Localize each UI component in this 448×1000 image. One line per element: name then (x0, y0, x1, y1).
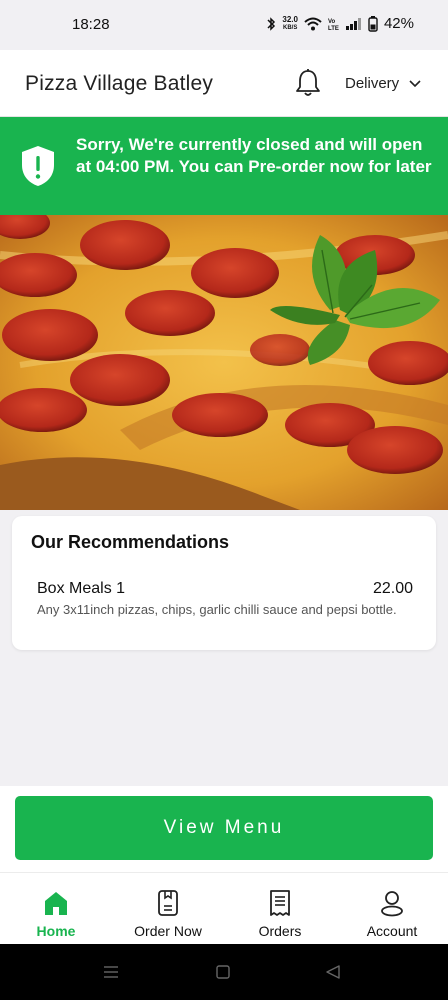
receipt-icon (270, 890, 290, 916)
user-icon (381, 891, 403, 917)
recommendations-title: Our Recommendations (31, 532, 230, 552)
nav-item-home[interactable]: Home (0, 873, 112, 944)
back-triangle-icon[interactable] (325, 964, 341, 980)
recommendation-item[interactable]: Box Meals 1 22.00 Any 3x11inch pizzas, c… (37, 580, 413, 618)
network-speed: 32.0 KB/S (282, 14, 298, 32)
closed-message: Sorry, We're currently closed and will o… (76, 135, 432, 176)
nav-item-account[interactable]: Account (336, 873, 448, 944)
item-description: Any 3x11inch pizzas, chips, garlic chill… (37, 602, 397, 617)
nav-label-account: Account (366, 923, 418, 939)
item-name: Box Meals 1 (37, 580, 126, 597)
home-icon (45, 892, 67, 915)
shield-alert-icon (22, 146, 54, 186)
battery-percent: 42% (383, 15, 414, 32)
nav-item-orders[interactable]: Orders (224, 873, 336, 944)
nav-item-order-now[interactable]: Order Now (112, 873, 224, 944)
order-now-icon (158, 890, 178, 916)
recents-menu-icon[interactable] (103, 964, 119, 980)
nav-label-home: Home (36, 923, 76, 939)
view-menu-button[interactable]: View Menu (15, 796, 433, 860)
bluetooth-icon (267, 16, 276, 31)
chevron-down-icon (409, 79, 421, 87)
net-speed-value: 32.0 (282, 14, 298, 24)
wifi-icon (304, 17, 322, 30)
status-icons: 32.0 KB/S Vo LTE 42% (266, 15, 414, 32)
net-speed-unit: KB/S (283, 24, 298, 31)
pizza-illustration (0, 215, 448, 510)
cta-area: View Menu (0, 786, 448, 872)
closed-banner: Sorry, We're currently closed and will o… (0, 117, 448, 215)
app-screen: 18:28 32.0 KB/S Vo LTE 42% Pizza Village … (0, 0, 448, 1000)
nav-label-order-now: Order Now (134, 923, 202, 939)
recommendations-card: Our Recommendations Box Meals 1 22.00 An… (12, 516, 436, 650)
battery-icon (368, 15, 378, 32)
signal-icon (345, 17, 361, 30)
delivery-selector[interactable]: Delivery (345, 75, 421, 92)
status-time: 18:28 (72, 16, 110, 33)
home-square-icon[interactable] (215, 964, 231, 980)
hero-image (0, 215, 448, 510)
nav-label-orders: Orders (258, 923, 302, 939)
status-bar: 18:28 32.0 KB/S Vo LTE 42% (0, 0, 448, 50)
item-price: 22.00 (372, 580, 413, 597)
store-name: Pizza Village Batley (25, 72, 214, 95)
app-header: Pizza Village Batley Delivery (0, 50, 448, 117)
delivery-label: Delivery (345, 75, 400, 92)
svg-text:LTE: LTE (328, 26, 339, 31)
volte-icon: VoLTE (328, 19, 339, 31)
svg-text:Vo: Vo (328, 19, 336, 25)
bell-icon[interactable] (294, 68, 322, 98)
system-navigation-bar (0, 944, 448, 1000)
bottom-nav: Home Order Now Orders Account (0, 872, 448, 944)
